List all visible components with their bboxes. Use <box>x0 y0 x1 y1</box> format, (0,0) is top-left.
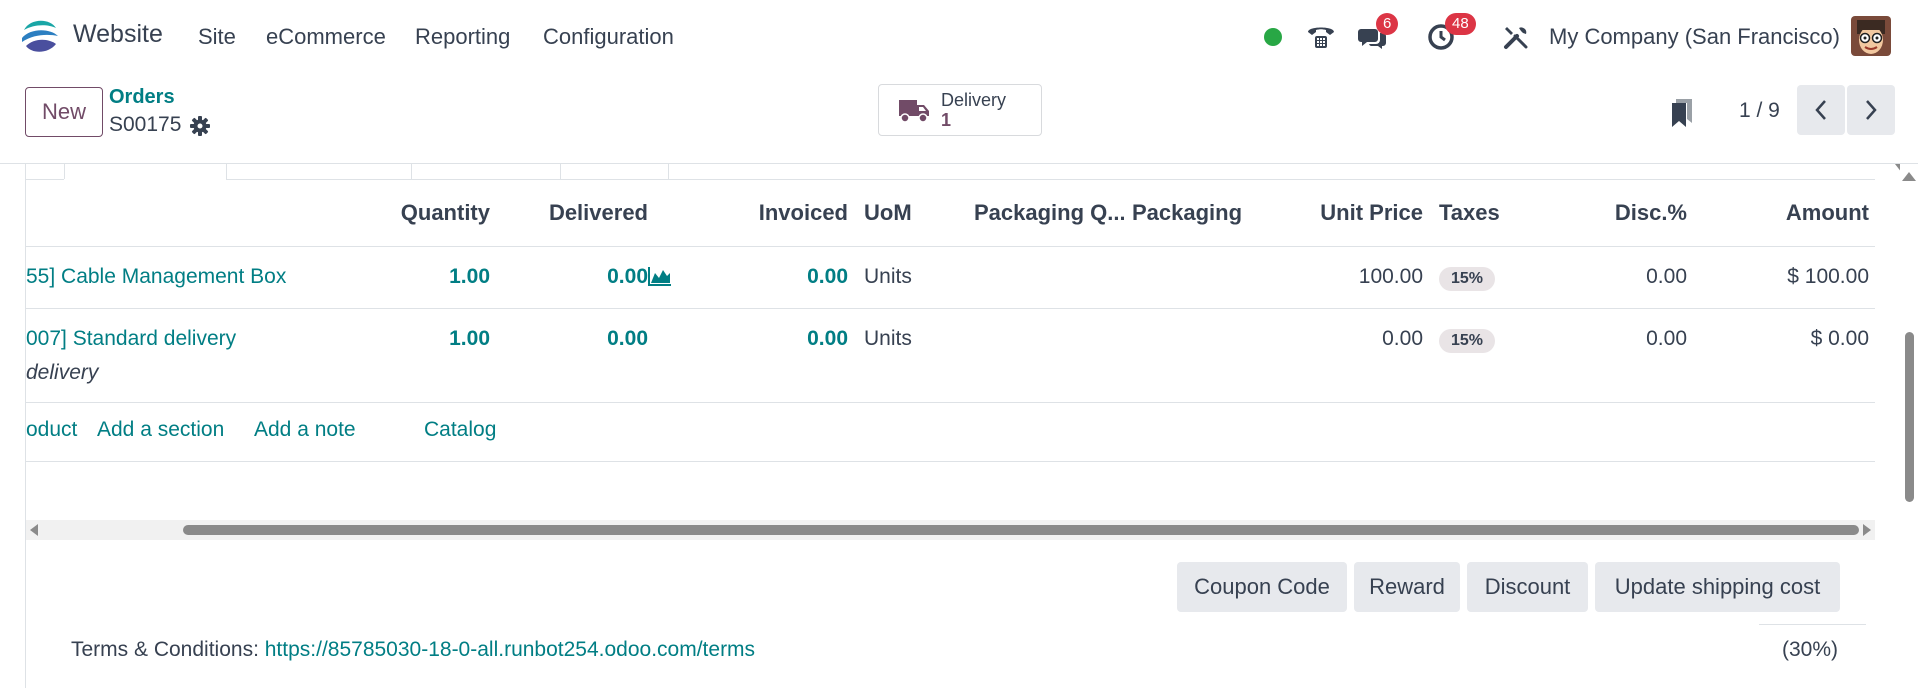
clock-icon[interactable]: 48 <box>1427 13 1476 52</box>
add-product-link[interactable]: oduct <box>26 418 77 442</box>
header-packaging[interactable]: Packaging <box>1124 180 1247 247</box>
order-lines-table: Quantity Delivered Invoiced UoM Packagin… <box>26 180 1875 403</box>
tax-tag[interactable]: 15% <box>1439 328 1496 353</box>
add-note-link[interactable]: Add a note <box>254 418 356 442</box>
vertical-scrollbar[interactable] <box>1900 164 1918 688</box>
line-product[interactable]: 55] Cable Management Box <box>26 246 348 309</box>
line-discount[interactable]: 0.00 <box>1595 308 1695 403</box>
header-delivered[interactable]: Delivered <box>498 180 656 247</box>
line-uom[interactable]: Units <box>856 308 966 403</box>
smart-button-value: 1 <box>941 110 952 130</box>
line-invoiced[interactable]: 0.00 <box>656 308 856 403</box>
line-packaging[interactable] <box>1124 246 1247 309</box>
terms-link[interactable]: https://85785030-18-0-all.runbot254.odoo… <box>265 638 755 661</box>
line-packaging-qty[interactable] <box>966 246 1124 309</box>
terms-and-conditions: Terms & Conditions: https://85785030-18-… <box>71 638 755 662</box>
line-packaging-qty[interactable] <box>966 308 1124 403</box>
chevron-right-icon <box>1866 100 1877 120</box>
line-product[interactable]: 007] Standard delivery <box>26 327 236 350</box>
activities-badge: 48 <box>1445 13 1476 35</box>
line-packaging[interactable] <box>1124 308 1247 403</box>
header-taxes[interactable]: Taxes <box>1431 180 1595 247</box>
line-description: delivery <box>26 360 99 384</box>
percent-text: (30%) <box>1781 638 1838 661</box>
bookmark-icon[interactable] <box>1670 98 1694 134</box>
smart-button-label: Delivery <box>941 90 1007 110</box>
status-dot-icon[interactable] <box>1263 22 1283 52</box>
delivery-smart-button[interactable]: Delivery 1 <box>878 84 1042 136</box>
menu-reporting[interactable]: Reporting <box>415 24 510 50</box>
add-line-row: oduct Add a section Add a note Catalog <box>26 400 1875 462</box>
pager-next-button[interactable] <box>1847 85 1895 135</box>
header-amount[interactable]: Amount <box>1695 180 1875 247</box>
company-switcher[interactable]: My Company (San Francisco) <box>1549 24 1840 50</box>
top-navbar: Website Site eCommerce Reporting Configu… <box>0 0 1918 74</box>
header-discount[interactable]: Disc.% <box>1595 180 1695 247</box>
truck-icon <box>897 96 931 124</box>
header-quantity[interactable]: Quantity <box>348 180 498 247</box>
terms-label: Terms & Conditions: <box>71 638 259 661</box>
line-unit-price[interactable]: 100.00 <box>1247 246 1431 309</box>
line-discount[interactable]: 0.00 <box>1595 246 1695 309</box>
line-invoiced[interactable]: 0.00 <box>807 265 848 288</box>
forecast-chart-icon[interactable] <box>647 265 673 293</box>
menu-site[interactable]: Site <box>198 24 236 50</box>
scroll-left-icon[interactable] <box>30 524 38 536</box>
line-quantity[interactable]: 1.00 <box>348 308 498 403</box>
chevron-left-icon <box>1815 100 1826 120</box>
menu-configuration[interactable]: Configuration <box>543 24 674 50</box>
scroll-up-icon[interactable] <box>1902 172 1916 181</box>
horizontal-scrollbar[interactable] <box>26 520 1875 540</box>
add-section-link[interactable]: Add a section <box>97 418 224 442</box>
tools-icon[interactable] <box>1502 22 1530 52</box>
line-amount: $ 100.00 <box>1695 246 1875 309</box>
app-name[interactable]: Website <box>73 20 163 49</box>
user-avatar[interactable] <box>1851 16 1891 56</box>
messages-badge: 6 <box>1376 13 1399 35</box>
header-unit-price[interactable]: Unit Price <box>1247 180 1431 247</box>
gear-icon[interactable] <box>189 115 211 137</box>
horizontal-scroll-thumb[interactable] <box>183 525 1859 535</box>
line-unit-price[interactable]: 0.00 <box>1247 308 1431 403</box>
pager-value[interactable]: 1 / 9 <box>1739 99 1780 123</box>
discount-button[interactable]: Discount <box>1467 562 1588 612</box>
chat-icon[interactable]: 6 <box>1356 13 1399 52</box>
line-uom[interactable]: Units <box>856 246 966 309</box>
catalog-link[interactable]: Catalog <box>424 418 496 442</box>
totals-divider <box>1759 624 1866 625</box>
header-uom[interactable]: UoM <box>856 180 966 247</box>
table-row[interactable]: 007] Standard delivery delivery 1.00 0.0… <box>26 308 1875 403</box>
record-name: S00175 <box>109 113 182 136</box>
notebook-tabs[interactable] <box>26 164 1875 180</box>
scroll-right-icon[interactable] <box>1863 524 1871 536</box>
breadcrumb-orders[interactable]: Orders <box>109 86 175 109</box>
line-delivered[interactable]: 0.00 <box>498 246 656 309</box>
tax-tag[interactable]: 15% <box>1439 266 1496 291</box>
header-product[interactable] <box>26 180 348 247</box>
update-shipping-cost-button[interactable]: Update shipping cost <box>1595 562 1840 612</box>
pager-prev-button[interactable] <box>1797 85 1845 135</box>
vertical-scroll-thumb[interactable] <box>1905 332 1914 502</box>
line-amount: $ 0.00 <box>1695 308 1875 403</box>
line-invoiced-cell: 0.00 <box>647 246 856 309</box>
line-delivered[interactable]: 0.00 <box>498 308 656 403</box>
table-row[interactable]: 55] Cable Management Box 1.00 0.00 0.00 … <box>26 246 1875 309</box>
line-quantity[interactable]: 1.00 <box>348 246 498 309</box>
order-lines-area: Quantity Delivered Invoiced UoM Packagin… <box>25 164 1875 688</box>
reward-button[interactable]: Reward <box>1354 562 1460 612</box>
menu-ecommerce[interactable]: eCommerce <box>266 24 386 50</box>
odoo-logo-icon[interactable] <box>20 16 60 56</box>
phone-icon[interactable] <box>1305 22 1337 52</box>
header-invoiced[interactable]: Invoiced <box>656 180 856 247</box>
line-product-cell[interactable]: 007] Standard delivery delivery <box>26 308 348 403</box>
new-button[interactable]: New <box>25 87 103 137</box>
coupon-code-button[interactable]: Coupon Code <box>1177 562 1347 612</box>
header-packaging-qty[interactable]: Packaging Q... <box>966 180 1124 247</box>
